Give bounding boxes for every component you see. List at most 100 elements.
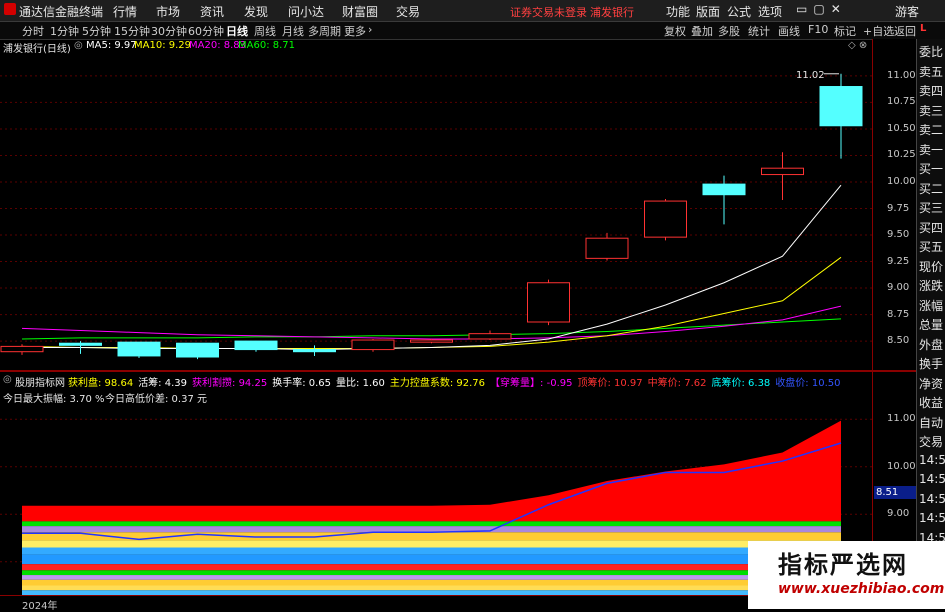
minimize-icon[interactable]: ▭ (796, 2, 813, 16)
indicator-item: 活筹: 4.39 (138, 378, 188, 389)
menu-xuanxiang[interactable]: 选项 (758, 3, 782, 20)
button-tongji[interactable]: 统计 (748, 23, 770, 39)
candle[interactable] (585, 232, 629, 261)
side-panel-label: 收益 (919, 396, 944, 410)
side-panel-label: 买五 (919, 240, 944, 254)
menu-caifuquan[interactable]: 财富圈 (342, 3, 378, 20)
tab-5min[interactable]: 5分钟 (82, 23, 111, 39)
candle[interactable] (293, 345, 336, 356)
button-add-watchlist[interactable]: +自选 (863, 23, 894, 39)
side-panel-label: 卖三 (919, 103, 944, 118)
quote-side-panel: 委比 卖五 卖四 卖三 卖二 卖一 买一 买二 买三 买四 买五 现价 涨跌 涨幅 总量 外盘 换手 净资 收益 自动… (916, 39, 945, 609)
menu-jiaoyi[interactable]: 交易 (396, 3, 420, 20)
tab-monthly[interactable]: 月线 (282, 23, 304, 39)
side-panel-label: 卖五 (919, 64, 944, 79)
chevron-right-icon[interactable]: › (368, 23, 372, 36)
side-panel-label: 涨跌 (919, 279, 944, 293)
menu-faxian[interactable]: 发现 (244, 3, 268, 20)
price-tick-label: 9.50 (887, 229, 910, 241)
ma10-label: MA10: 9.29 (134, 40, 192, 51)
candle[interactable] (351, 338, 395, 352)
indicator-item: 中筹价: 7.62 (647, 378, 707, 389)
tab-30min[interactable]: 30分钟 (151, 23, 187, 39)
login-notice[interactable]: 证券交易未登录 (510, 4, 587, 20)
window-controls: ▭▢✕ (796, 2, 847, 16)
menu-zixun[interactable]: 资讯 (200, 3, 224, 20)
menu-gongshi[interactable]: 公式 (727, 3, 751, 20)
tab-more[interactable]: 更多 (344, 23, 366, 39)
indicator-current-value: 8.51 (874, 486, 916, 499)
indicator-item: 获利割攒: 94.25 (192, 378, 268, 389)
candle[interactable] (644, 198, 687, 241)
user-label[interactable]: 游客 (895, 3, 919, 20)
tab-fenshi[interactable]: 分时 (22, 23, 44, 39)
candle[interactable] (234, 340, 278, 352)
side-panel-label: 14:56 (919, 452, 945, 467)
year-label: 2024年 (22, 601, 58, 612)
tab-multi-period[interactable]: 多周期 (308, 23, 341, 39)
top-stock-name: 浦发银行 (590, 6, 634, 19)
button-biaoji[interactable]: 标记 (834, 23, 856, 39)
price-tick-label: 9.00 (887, 282, 910, 294)
candle[interactable] (468, 330, 512, 341)
menu-shichang[interactable]: 市场 (156, 3, 180, 20)
period-toolbar: 分时 1分钟 5分钟 15分钟 30分钟 60分钟 日线 周线 月线 多周期 更… (0, 22, 945, 40)
tab-15min[interactable]: 15分钟 (114, 23, 150, 39)
side-panel-label: 净资 (919, 376, 944, 391)
indicator-item: 获利盘: 98.64 (68, 378, 134, 389)
button-duogu[interactable]: 多股 (718, 23, 740, 39)
chip-band (22, 575, 841, 580)
button-fuquan[interactable]: 复权 (664, 23, 686, 39)
button-huaxian[interactable]: 画线 (778, 23, 800, 39)
tab-1min[interactable]: 1分钟 (50, 23, 79, 39)
restore-icon[interactable]: ▢ (813, 2, 830, 16)
candle[interactable] (702, 175, 746, 225)
tab-60min[interactable]: 60分钟 (188, 23, 224, 39)
candle[interactable] (527, 279, 570, 326)
candle[interactable] (117, 341, 161, 359)
candle[interactable] (0, 344, 44, 355)
tab-weekly[interactable]: 周线 (254, 23, 276, 39)
ma60-label: MA60: 8.71 (238, 40, 296, 51)
button-back[interactable]: 返回 (894, 23, 916, 39)
candle[interactable] (761, 152, 804, 201)
side-panel-label: 换手 (919, 357, 944, 371)
indicator-item: 主力控盘系数: 92.76 (389, 378, 486, 389)
indicator-chart[interactable] (0, 405, 872, 595)
watermark-banner: 指标严选网 www.xuezhibiao.com (748, 541, 945, 609)
menu-hangqing[interactable]: 行情 (113, 3, 137, 20)
button-diejia[interactable]: 叠加 (691, 23, 713, 39)
close-icon[interactable]: ✕ (831, 2, 847, 16)
side-panel-label: 卖二 (919, 123, 944, 137)
high-price-label: 11.02 (796, 70, 825, 81)
side-panel-indicator: L (920, 23, 927, 34)
candle[interactable] (176, 342, 219, 360)
chart-options-icon[interactable]: ◇ ⊗ (848, 40, 867, 51)
indicator-item: 量比: 1.60 (336, 378, 385, 389)
price-tick-label: 9.75 (887, 202, 910, 214)
price-tick-label: 8.75 (887, 308, 910, 320)
side-panel-label: 交易 (919, 435, 944, 449)
indicator-tick-label: 10.00 (887, 460, 916, 472)
menu-wenxiaoda[interactable]: 问小达 (288, 3, 324, 20)
ma5-line (22, 184, 842, 351)
menu-banmian[interactable]: 版面 (696, 3, 720, 20)
price-tick-label: 10.00 (887, 175, 916, 187)
candle[interactable] (410, 338, 453, 344)
ma-settings-icon[interactable]: ◎ (74, 40, 83, 51)
price-tick-label: 10.25 (887, 149, 916, 161)
watermark-title: 指标严选网 (778, 551, 908, 579)
side-panel-label: 现价 (919, 259, 944, 274)
main-kline-chart[interactable]: 11.028.19 (0, 52, 872, 370)
tab-daily[interactable]: 日线 (226, 23, 248, 39)
indicator-settings-icon[interactable]: ◎ (3, 374, 12, 385)
button-f10[interactable]: F10 (808, 23, 828, 36)
chip-band (22, 526, 841, 533)
indicator-name: 股朋指标网 (15, 378, 65, 389)
ma10-line (21, 256, 842, 350)
menu-gongneng[interactable]: 功能 (666, 3, 690, 20)
candle[interactable] (819, 73, 863, 159)
side-panel-label: 卖四 (919, 84, 944, 98)
price-tick-label: 10.75 (887, 96, 916, 108)
side-panel-label: 14:56 (919, 511, 945, 525)
